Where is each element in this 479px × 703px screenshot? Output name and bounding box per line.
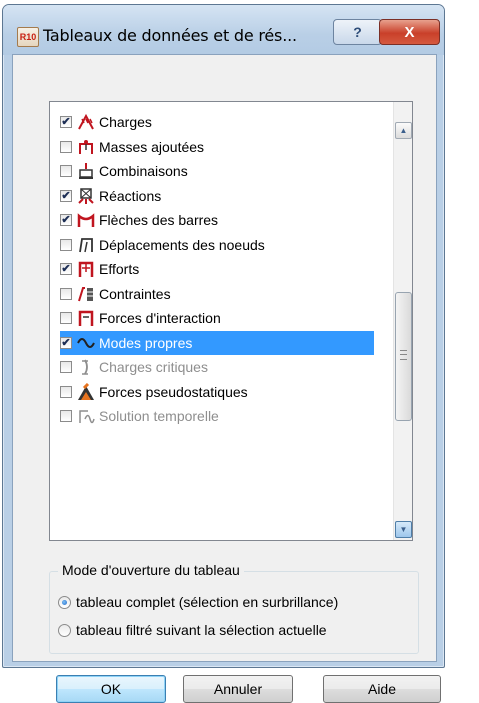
list-item-node-displacements[interactable]: Déplacements des noeuds xyxy=(60,233,388,258)
list-item-eigenmodes[interactable]: ✔ Modes propres xyxy=(60,330,374,355)
radio-button[interactable] xyxy=(58,595,71,609)
scroll-down-button[interactable]: ▼ xyxy=(395,521,412,538)
list-item-label: Forces pseudostatiques xyxy=(99,383,248,400)
combinations-icon xyxy=(77,162,95,180)
list-item-label: Déplacements des noeuds xyxy=(99,236,265,253)
radio-label: tableau filtré suivant la sélection actu… xyxy=(76,622,327,638)
reactions-icon xyxy=(77,187,95,205)
open-mode-group: Mode d'ouverture du tableau tableau comp… xyxy=(49,562,419,654)
checkbox[interactable] xyxy=(60,165,72,178)
list-item-label: Modes propres xyxy=(99,334,193,351)
checkbox[interactable] xyxy=(60,287,72,300)
checkbox[interactable]: ✔ xyxy=(60,336,72,349)
list-item-forces[interactable]: ✔ Efforts xyxy=(60,257,388,282)
list-items: ✔ Charges Masses ajoutées Combinaisons ✔… xyxy=(60,110,388,429)
node-displacements-icon xyxy=(77,236,95,254)
checkbox[interactable]: ✔ xyxy=(60,263,72,276)
critical-loads-icon xyxy=(77,358,95,376)
list-item-label: Flèches des barres xyxy=(99,212,219,229)
list-item-label: Forces d'interaction xyxy=(99,310,221,327)
checkbox[interactable] xyxy=(60,410,72,423)
list-item-label: Charges xyxy=(99,114,152,131)
checkbox[interactable] xyxy=(60,361,72,374)
list-item-label: Contraintes xyxy=(99,285,171,302)
result-tables-list[interactable]: ✔ Charges Masses ajoutées Combinaisons ✔… xyxy=(49,101,413,541)
radio-label: tableau complet (sélection en surbrillan… xyxy=(76,594,339,610)
time-solution-icon xyxy=(77,407,95,425)
help-button[interactable]: Aide xyxy=(323,675,441,703)
list-item-combinations[interactable]: Combinaisons xyxy=(60,159,388,184)
list-item-label: Solution temporelle xyxy=(99,408,219,425)
ok-button[interactable]: OK xyxy=(56,675,166,703)
dialog-window: R10 Tableaux de données et de rés... ? X… xyxy=(2,4,445,703)
checkbox[interactable]: ✔ xyxy=(60,214,72,227)
title-bar[interactable]: R10 Tableaux de données et de rés... ? X xyxy=(3,5,444,55)
radio-button[interactable] xyxy=(58,623,71,637)
title-help-button[interactable]: ? xyxy=(333,19,382,45)
list-item-label: Combinaisons xyxy=(99,163,188,180)
list-item-time-solution[interactable]: Solution temporelle xyxy=(60,404,388,429)
grip-icon xyxy=(400,350,407,360)
bar-deflections-icon xyxy=(77,211,95,229)
eigenmodes-icon xyxy=(77,334,95,352)
list-item-label: Charges critiques xyxy=(99,359,208,376)
pseudostatic-forces-icon xyxy=(77,382,95,401)
added-masses-icon xyxy=(77,138,95,156)
window-title: Tableaux de données et de rés... xyxy=(43,26,297,45)
list-item-label: Réactions xyxy=(99,187,162,204)
scroll-thumb[interactable] xyxy=(395,292,412,421)
list-item-label: Masses ajoutées xyxy=(99,138,205,155)
list-item-interaction-forces[interactable]: Forces d'interaction xyxy=(60,306,388,331)
list-item-pseudostatic-forces[interactable]: Forces pseudostatiques xyxy=(60,380,388,405)
list-item-label: Efforts xyxy=(99,261,140,278)
checkbox[interactable]: ✔ xyxy=(60,116,72,129)
stresses-icon xyxy=(77,285,95,303)
loads-icon xyxy=(77,113,95,131)
close-button[interactable]: X xyxy=(379,19,440,45)
checkbox[interactable] xyxy=(60,238,72,251)
radio-full-table[interactable]: tableau complet (sélection en surbrillan… xyxy=(58,594,338,610)
checkbox[interactable] xyxy=(60,140,72,153)
cancel-button[interactable]: Annuler xyxy=(183,675,293,703)
checkbox[interactable] xyxy=(60,312,72,325)
list-item-reactions[interactable]: ✔ Réactions xyxy=(60,184,388,209)
dialog-body: ✔ Charges Masses ajoutées Combinaisons ✔… xyxy=(12,54,441,703)
list-scrollbar[interactable]: ▲ ▼ xyxy=(393,102,412,540)
app-icon: R10 xyxy=(17,27,39,47)
scroll-up-button[interactable]: ▲ xyxy=(395,122,412,139)
open-mode-title: Mode d'ouverture du tableau xyxy=(58,562,244,578)
list-item-stresses[interactable]: Contraintes xyxy=(60,282,388,307)
list-item-critical-loads[interactable]: Charges critiques xyxy=(60,355,388,380)
checkbox[interactable]: ✔ xyxy=(60,189,72,202)
forces-icon xyxy=(77,260,95,278)
list-item-bar-deflections[interactable]: ✔ Flèches des barres xyxy=(60,208,388,233)
list-item-masses[interactable]: Masses ajoutées xyxy=(60,135,388,160)
radio-filtered-table[interactable]: tableau filtré suivant la sélection actu… xyxy=(58,622,327,638)
interaction-forces-icon xyxy=(77,309,95,327)
list-item-charges[interactable]: ✔ Charges xyxy=(60,110,388,135)
checkbox[interactable] xyxy=(60,385,72,398)
